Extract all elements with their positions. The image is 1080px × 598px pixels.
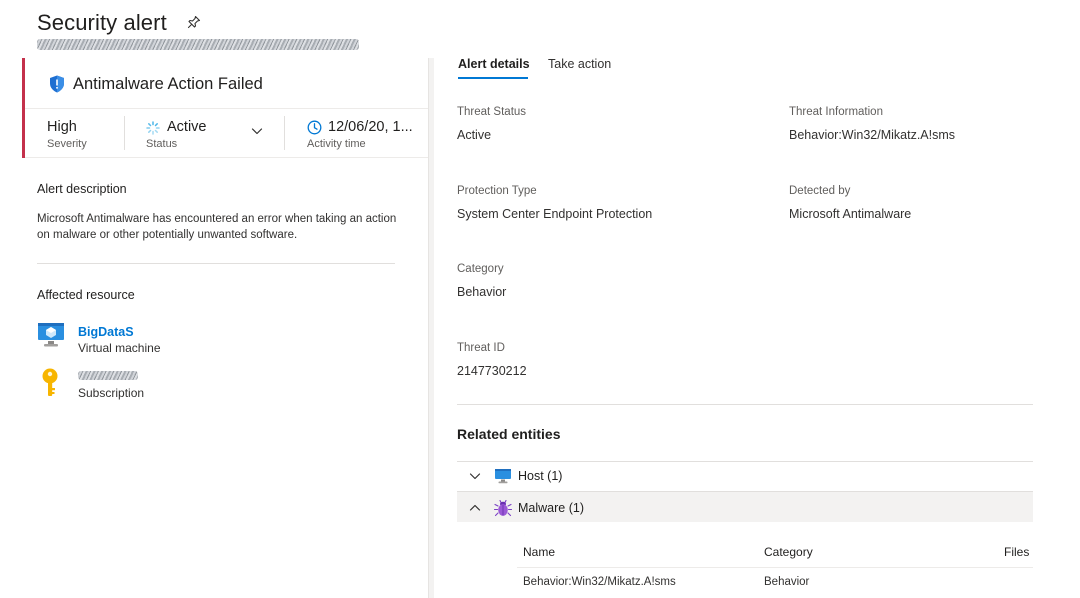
protection-type-value: System Center Endpoint Protection xyxy=(457,207,653,221)
resource-type: Virtual machine xyxy=(78,341,161,355)
status-value: Active xyxy=(167,119,207,135)
entity-malware-label: Malware (1) xyxy=(518,501,584,515)
bug-icon xyxy=(494,500,512,517)
subscription-label: Subscription xyxy=(78,386,145,400)
entity-host-label: Host (1) xyxy=(518,469,563,483)
subscription-key-icon xyxy=(42,368,58,396)
redacted-subtitle xyxy=(37,39,359,50)
threat-status-value: Active xyxy=(457,128,492,142)
redacted-subscription-name[interactable] xyxy=(78,371,138,380)
status-dropdown-chevron-icon[interactable] xyxy=(250,124,264,138)
tab-alert-details[interactable]: Alert details xyxy=(458,57,530,71)
detected-by-value: Microsoft Antimalware xyxy=(789,207,912,221)
divider xyxy=(25,108,428,109)
category-label: Category xyxy=(457,263,504,275)
threat-id-value: 2147730212 xyxy=(457,364,527,378)
affected-resource-heading: Affected resource xyxy=(37,288,135,302)
threat-id-label: Threat ID xyxy=(457,342,505,354)
threat-information-link[interactable]: Behavior:Win32/Mikatz.A!sms xyxy=(789,128,955,142)
detected-by-label: Detected by xyxy=(789,185,851,197)
severity-value: High xyxy=(47,119,77,135)
column-header-category[interactable]: Category xyxy=(764,545,813,559)
tab-take-action[interactable]: Take action xyxy=(548,57,611,71)
protection-type-label: Protection Type xyxy=(457,185,537,197)
divider xyxy=(284,116,285,150)
divider xyxy=(124,116,125,150)
status-label: Status xyxy=(146,138,178,150)
alert-name: Antimalware Action Failed xyxy=(73,75,263,93)
divider xyxy=(37,263,395,264)
virtual-machine-icon xyxy=(38,323,64,347)
status-spinner-icon xyxy=(146,121,160,135)
threat-status-label: Threat Status xyxy=(457,106,527,118)
pin-icon[interactable] xyxy=(186,14,202,30)
divider xyxy=(25,157,428,158)
table-header-divider xyxy=(517,567,1033,568)
activity-time-value: 12/06/20, 1... xyxy=(328,119,413,135)
column-header-name[interactable]: Name xyxy=(523,545,555,559)
category-value: Behavior xyxy=(457,285,507,299)
column-header-files[interactable]: Files xyxy=(1004,545,1029,559)
related-entities-heading: Related entities xyxy=(457,426,561,442)
divider xyxy=(457,404,1033,405)
clock-icon xyxy=(307,120,322,135)
panel-splitter[interactable] xyxy=(428,58,434,598)
alert-description-heading: Alert description xyxy=(37,182,127,196)
monitor-icon xyxy=(495,469,511,484)
table-cell-category: Behavior xyxy=(764,576,810,588)
alert-description-text: Microsoft Antimalware has encountered an… xyxy=(37,213,397,241)
tab-selected-indicator xyxy=(458,77,528,79)
resource-name-link[interactable]: BigDataS xyxy=(78,325,134,339)
severity-label: Severity xyxy=(47,138,87,150)
activity-time-label: Activity time xyxy=(307,138,366,150)
page-title: Security alert xyxy=(37,10,167,35)
shield-icon xyxy=(50,75,64,93)
threat-information-label: Threat Information xyxy=(789,106,883,118)
chevron-down-icon[interactable] xyxy=(468,469,482,483)
chevron-up-icon[interactable] xyxy=(468,501,482,515)
table-cell-name: Behavior:Win32/Mikatz.A!sms xyxy=(523,576,676,588)
